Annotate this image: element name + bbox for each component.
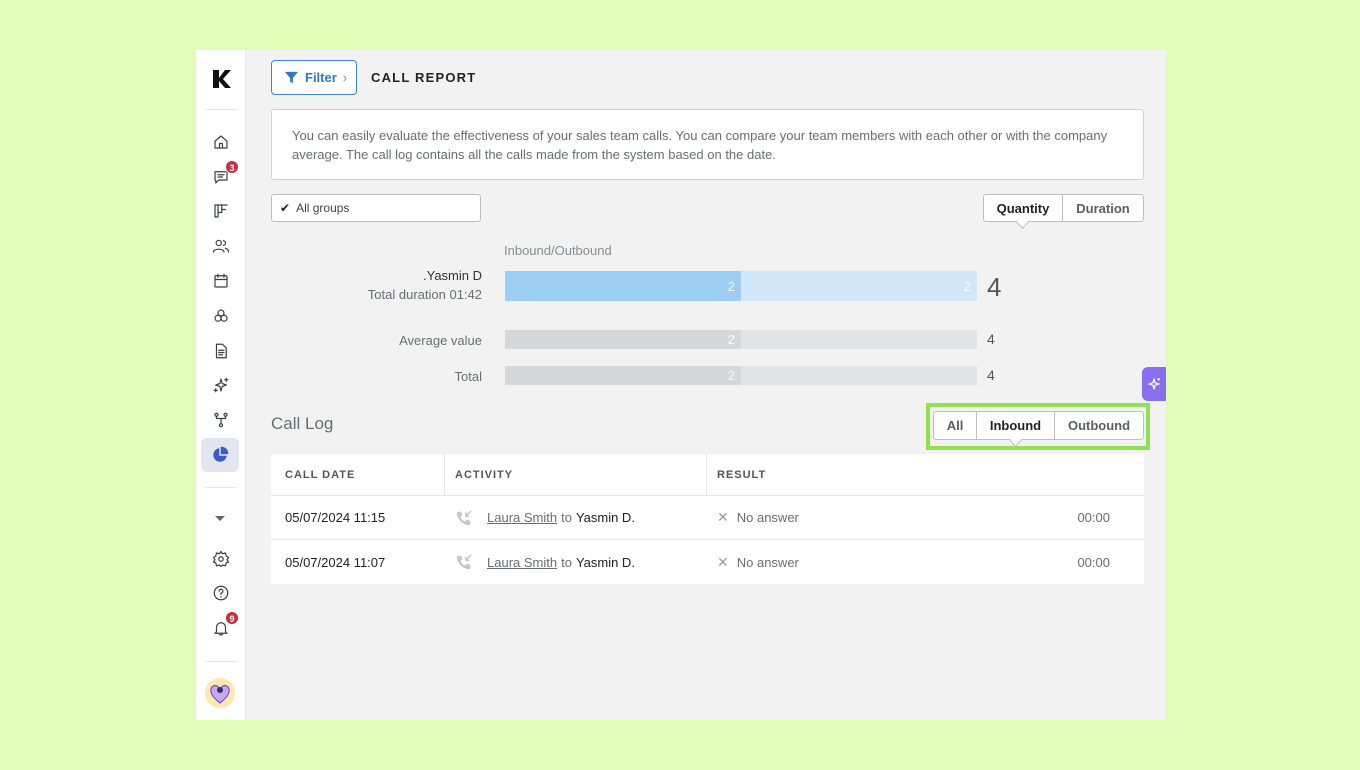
document-icon[interactable]: [208, 338, 234, 364]
average-bar-rest: [741, 330, 977, 349]
calendar-icon[interactable]: [208, 268, 234, 294]
table-header: CALL DATE ACTIVITY RESULT: [271, 454, 1144, 496]
caller-link[interactable]: Laura Smith: [487, 555, 557, 570]
incoming-call-icon: [456, 509, 472, 525]
close-icon: ✕: [717, 509, 729, 525]
help-icon[interactable]: [208, 580, 234, 606]
result-text: No answer: [736, 510, 799, 525]
checkmark-icon: ✔: [280, 201, 291, 215]
total-label: Total: [454, 369, 482, 384]
average-label: Average value: [399, 333, 482, 348]
call-log-table: CALL DATE ACTIVITY RESULT 05/07/2024 11:…: [271, 454, 1144, 584]
workflow-icon[interactable]: [208, 407, 234, 433]
column-activity[interactable]: ACTIVITY: [445, 454, 707, 495]
sidebar: 3 9: [196, 50, 246, 720]
activity: Laura Smith to Yasmin D.: [445, 553, 707, 571]
people-icon[interactable]: [208, 233, 234, 259]
call-date: 05/07/2024 11:15: [285, 510, 386, 525]
table-row[interactable]: 05/07/2024 11:07 Laura Smith to Yasmin D…: [271, 540, 1144, 584]
to-word: to: [561, 554, 572, 570]
chevron-right-icon: ›: [342, 70, 348, 85]
metric-toggle: Quantity Duration: [983, 194, 1144, 222]
sparkles-icon[interactable]: [208, 372, 234, 398]
sparkles-icon: [1147, 378, 1161, 390]
callee: Yasmin D.: [575, 554, 635, 570]
info-description: You can easily evaluate the effectivenes…: [271, 109, 1144, 180]
all-tab[interactable]: All: [934, 412, 977, 439]
total-bar: 2: [505, 366, 977, 385]
duration-tab[interactable]: Duration: [1063, 195, 1143, 221]
caret-down-icon[interactable]: [215, 516, 225, 521]
ai-assistant-button[interactable]: [1142, 367, 1166, 401]
quantity-tab[interactable]: Quantity: [984, 195, 1063, 221]
outbound-tab[interactable]: Outbound: [1055, 412, 1143, 439]
total-value: 4: [987, 367, 995, 383]
messages-icon[interactable]: 3: [208, 160, 239, 190]
filter-label: Filter: [305, 70, 337, 85]
caller-link[interactable]: Laura Smith: [487, 510, 557, 525]
result: ✕ No answer 00:00: [707, 509, 1144, 526]
group-select-value: All groups: [296, 201, 350, 215]
person-name: .Yasmin D: [423, 268, 482, 283]
messages-badge: 3: [225, 160, 239, 174]
reports-icon[interactable]: [201, 438, 239, 472]
average-total: 4: [987, 331, 995, 347]
inbound-bar-segment: 2: [505, 271, 741, 301]
to-word: to: [561, 510, 572, 525]
avatar[interactable]: [205, 678, 235, 708]
group-select[interactable]: ✔ All groups: [271, 194, 481, 222]
average-bar: 2: [505, 330, 977, 349]
incoming-call-icon: [456, 554, 472, 570]
result-text: No answer: [736, 554, 799, 570]
person-total: 4: [987, 272, 1002, 302]
filter-button[interactable]: Filter ›: [271, 60, 357, 95]
groups-icon[interactable]: [208, 303, 234, 329]
sidebar-divider: [206, 109, 236, 110]
total-bar-rest: [741, 366, 977, 385]
board-icon[interactable]: [208, 198, 234, 224]
logo-icon[interactable]: [208, 66, 234, 92]
person-bar: 2 2: [505, 271, 977, 301]
inbound-tab[interactable]: Inbound: [977, 412, 1055, 439]
column-call-date[interactable]: CALL DATE: [271, 454, 445, 495]
total-bar-segment: 2: [505, 366, 741, 385]
average-bar-segment: 2: [505, 330, 741, 349]
series-label: Inbound/Outbound: [504, 243, 612, 258]
column-result[interactable]: RESULT: [707, 454, 1144, 495]
person-total-duration: Total duration 01:42: [367, 287, 482, 302]
direction-toggle: All Inbound Outbound: [933, 411, 1144, 440]
table-row[interactable]: 05/07/2024 11:15 Laura Smith to Yasmin D…: [271, 496, 1144, 540]
page-title: CALL REPORT: [371, 70, 477, 85]
bell-icon[interactable]: 9: [208, 611, 239, 641]
funnel-icon: [284, 71, 299, 84]
callee: Yasmin D.: [575, 510, 635, 525]
call-duration: 00:00: [1077, 554, 1110, 570]
home-icon[interactable]: [208, 129, 234, 155]
result: ✕ No answer 00:00: [707, 554, 1144, 571]
close-icon: ✕: [717, 553, 729, 570]
activity: Laura Smith to Yasmin D.: [445, 509, 707, 527]
call-duration: 00:00: [1077, 510, 1110, 525]
settings-icon[interactable]: [208, 546, 234, 572]
notifications-badge: 9: [225, 611, 239, 625]
call-log-title: Call Log: [271, 414, 334, 433]
sidebar-divider: [206, 661, 236, 662]
call-date: 05/07/2024 11:07: [285, 554, 386, 570]
app-window: 3 9 Filter › CALL REPORT You can easily …: [196, 50, 1166, 720]
sidebar-divider: [206, 487, 236, 488]
outbound-bar-segment: 2: [741, 271, 977, 301]
